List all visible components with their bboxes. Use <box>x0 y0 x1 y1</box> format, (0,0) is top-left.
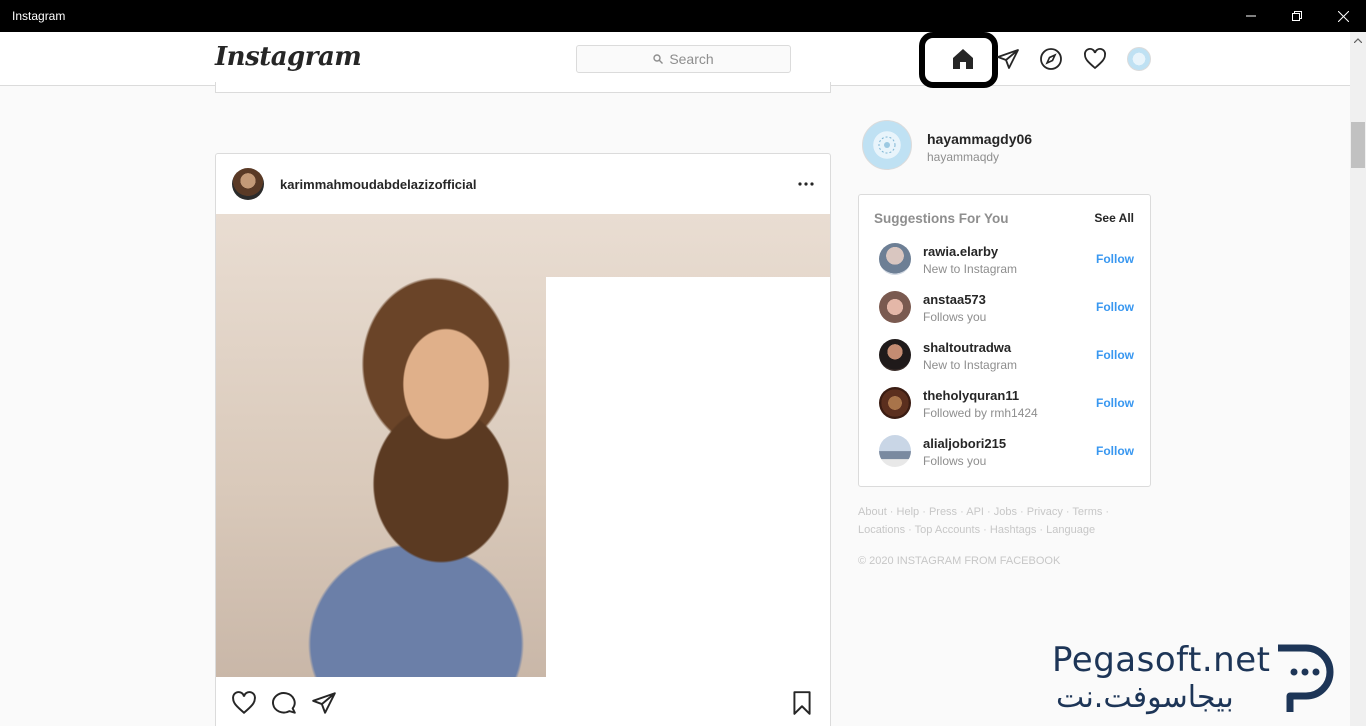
feed-post: karimmahmoudabdelazizofficial <box>215 153 831 726</box>
search-placeholder: Search <box>669 51 714 67</box>
instagram-logo[interactable]: Instagram <box>215 42 362 72</box>
follow-button[interactable]: Follow <box>1096 252 1134 266</box>
footer-link-about[interactable]: About <box>858 506 887 518</box>
profile-pattern-icon <box>878 136 896 154</box>
scroll-thumb[interactable] <box>1351 122 1365 168</box>
post-actions <box>216 677 830 726</box>
avatar[interactable] <box>879 387 911 419</box>
footer-link-hashtags[interactable]: Hashtags <box>990 524 1036 536</box>
minimize-button[interactable] <box>1228 0 1274 32</box>
footer-link-jobs[interactable]: Jobs <box>994 506 1017 518</box>
suggestion-subtitle: Follows you <box>923 454 987 468</box>
follow-button[interactable]: Follow <box>1096 348 1134 362</box>
direct-button[interactable] <box>995 46 1021 72</box>
current-user-fullname: hayammaqdy <box>927 150 1000 164</box>
footer-link-terms[interactable]: Terms <box>1072 506 1102 518</box>
follow-button[interactable]: Follow <box>1096 444 1134 458</box>
paper-plane-icon <box>312 692 336 714</box>
follow-button[interactable]: Follow <box>1096 396 1134 410</box>
suggestion-username[interactable]: anstaa573 <box>923 292 986 307</box>
suggestions-title: Suggestions For You <box>874 211 1009 226</box>
suggestion-subtitle: Follows you <box>923 310 987 324</box>
current-user-avatar[interactable] <box>862 120 912 170</box>
post-author-avatar[interactable] <box>232 168 264 200</box>
paper-plane-icon <box>997 49 1019 69</box>
footer-link-api[interactable]: API <box>966 506 984 518</box>
footer-link-language[interactable]: Language <box>1046 524 1095 536</box>
close-button[interactable] <box>1320 0 1366 32</box>
avatar[interactable] <box>879 243 911 275</box>
post-author-username[interactable]: karimmahmoudabdelazizofficial <box>280 177 477 192</box>
suggestion-username[interactable]: shaltoutradwa <box>923 340 1011 355</box>
footer-link-help[interactable]: Help <box>897 506 920 518</box>
activity-button[interactable] <box>1082 46 1108 72</box>
suggestion-item: theholyquran11 Followed by rmh1424 Follo… <box>859 387 1150 435</box>
post-options-button[interactable] <box>796 174 816 194</box>
more-options-icon <box>798 182 814 186</box>
avatar <box>1127 47 1151 71</box>
restore-icon <box>1292 11 1302 21</box>
heart-icon <box>1084 48 1106 70</box>
avatar[interactable] <box>879 291 911 323</box>
post-image[interactable] <box>216 214 830 677</box>
window-titlebar: Instagram <box>0 0 1366 32</box>
home-button[interactable] <box>950 46 976 72</box>
suggestion-username[interactable]: alialjobori215 <box>923 436 1006 451</box>
suggestion-item: rawia.elarby New to Instagram Follow <box>859 243 1150 291</box>
scroll-up-button[interactable] <box>1350 32 1366 48</box>
pegasoft-watermark: Pegasoft.net بيجاسوفت.نت <box>1052 640 1342 720</box>
post-header: karimmahmoudabdelazizofficial <box>216 154 830 214</box>
restore-button[interactable] <box>1274 0 1320 32</box>
search-icon <box>653 54 664 64</box>
watermark-text-en: Pegasoft.net <box>1052 640 1271 680</box>
footer-link-locations[interactable]: Locations <box>858 524 905 536</box>
suggestion-username[interactable]: rawia.elarby <box>923 244 998 259</box>
like-button[interactable] <box>230 689 258 717</box>
compass-icon <box>1040 48 1062 70</box>
copyright-text: © 2020 INSTAGRAM FROM FACEBOOK <box>858 555 1061 567</box>
footer-link-press[interactable]: Press <box>929 506 957 518</box>
bookmark-icon <box>793 691 811 715</box>
pegasoft-logo-icon <box>1278 644 1334 712</box>
suggestion-username[interactable]: theholyquran11 <box>923 388 1019 403</box>
footer-link-privacy[interactable]: Privacy <box>1027 506 1063 518</box>
suggestion-item: alialjobori215 Follows you Follow <box>859 435 1150 483</box>
avatar[interactable] <box>879 435 911 467</box>
footer-links: About · Help · Press · API · Jobs · Priv… <box>858 506 1110 536</box>
suggestions-panel: Suggestions For You See All rawia.elarby… <box>858 194 1151 487</box>
suggestion-subtitle: Followed by rmh1424 <box>923 406 1038 420</box>
image-unloaded-area <box>546 277 830 677</box>
save-button[interactable] <box>788 689 816 717</box>
comment-icon <box>272 692 296 714</box>
suggestion-subtitle: New to Instagram <box>923 358 1018 372</box>
home-icon <box>953 49 973 69</box>
comment-button[interactable] <box>270 689 298 717</box>
top-navigation: Instagram Search <box>0 32 1350 88</box>
previous-post-edge <box>215 82 831 93</box>
heart-icon <box>232 691 256 715</box>
see-all-link[interactable]: See All <box>1094 211 1134 225</box>
current-user-username[interactable]: hayammagdy06 <box>927 131 1032 147</box>
current-user-card: hayammagdy06 hayammaqdy <box>862 120 1152 170</box>
close-icon <box>1337 10 1349 22</box>
share-button[interactable] <box>310 689 338 717</box>
follow-button[interactable]: Follow <box>1096 300 1134 314</box>
suggestion-item: shaltoutradwa New to Instagram Follow <box>859 339 1150 387</box>
chevron-up-icon <box>1354 37 1362 43</box>
avatar[interactable] <box>879 339 911 371</box>
explore-button[interactable] <box>1038 46 1064 72</box>
window-title: Instagram <box>12 9 66 23</box>
footer-link-top-accounts[interactable]: Top Accounts <box>915 524 980 536</box>
watermark-text-ar: بيجاسوفت.نت <box>1056 680 1234 715</box>
minimize-icon <box>1246 15 1256 17</box>
profile-avatar-button[interactable] <box>1126 46 1152 72</box>
vertical-scrollbar[interactable] <box>1350 32 1366 726</box>
suggestion-subtitle: New to Instagram <box>923 262 1018 276</box>
search-input[interactable]: Search <box>576 45 791 73</box>
suggestion-item: anstaa573 Follows you Follow <box>859 291 1150 339</box>
